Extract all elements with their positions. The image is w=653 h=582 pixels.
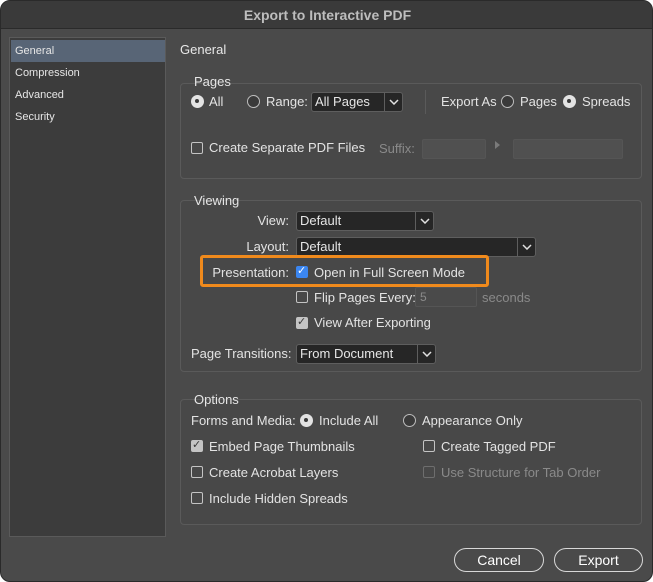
checkmark-icon: ✓ — [297, 316, 307, 328]
embed-thumbnails-checkbox[interactable]: ✓ — [191, 439, 203, 452]
checkmark-icon: ✓ — [192, 439, 202, 451]
suffix-arrow-icon[interactable] — [495, 141, 500, 149]
export-as-pages-radio[interactable] — [501, 95, 514, 108]
view-after-label: View After Exporting — [314, 315, 431, 330]
hidden-spreads-checkbox[interactable] — [191, 492, 203, 504]
chevron-down-icon — [417, 345, 435, 363]
layout-select-value: Default — [300, 239, 342, 254]
pages-range-label: Range: — [266, 94, 308, 109]
chevron-down-icon — [415, 212, 433, 230]
presentation-label: Presentation: — [212, 265, 289, 280]
forms-appearance-only-label: Appearance Only — [422, 413, 523, 428]
page-transitions-value: From Document — [300, 346, 394, 361]
sidebar-item-compression[interactable]: Compression — [11, 62, 165, 84]
section-title: General — [180, 42, 227, 57]
sidebar-item-security[interactable]: Security — [11, 106, 165, 128]
acrobat-layers-label: Create Acrobat Layers — [209, 465, 339, 480]
export-button[interactable]: Export — [554, 548, 643, 572]
viewing-group-title: Viewing — [194, 193, 240, 208]
range-select-value: All Pages — [315, 94, 370, 109]
view-label: View: — [257, 213, 289, 228]
flip-seconds-input[interactable]: 5 — [415, 287, 477, 307]
export-as-spreads-radio[interactable] — [563, 95, 576, 108]
suffix-token-input[interactable] — [513, 139, 623, 159]
divider — [425, 90, 426, 114]
suffix-input[interactable] — [422, 139, 486, 159]
view-after-checkbox[interactable]: ✓ — [296, 316, 308, 329]
tagged-pdf-checkbox[interactable] — [423, 440, 435, 452]
sidebar-item-general[interactable]: General — [11, 40, 165, 62]
export-as-spreads-label: Spreads — [582, 94, 631, 109]
pages-all-label: All — [209, 94, 224, 109]
chevron-down-icon — [384, 93, 402, 111]
view-select[interactable]: Default — [296, 211, 434, 231]
flip-pages-checkbox[interactable] — [296, 291, 308, 303]
suffix-label: Suffix: — [379, 141, 415, 156]
seconds-label: seconds — [482, 290, 531, 305]
create-separate-checkbox[interactable] — [191, 142, 203, 154]
page-transitions-select[interactable]: From Document — [296, 344, 436, 364]
pages-group-title: Pages — [194, 74, 231, 89]
full-screen-checkbox[interactable]: ✓ — [296, 265, 308, 278]
structure-tab-checkbox — [423, 466, 435, 478]
layout-select[interactable]: Default — [296, 237, 536, 257]
chevron-down-icon — [517, 238, 535, 256]
options-group-title: Options — [194, 392, 239, 407]
hidden-spreads-label: Include Hidden Spreads — [209, 491, 348, 506]
flip-pages-label: Flip Pages Every: — [314, 290, 416, 305]
structure-tab-label: Use Structure for Tab Order — [441, 465, 601, 480]
tagged-pdf-label: Create Tagged PDF — [441, 439, 556, 454]
embed-thumbnails-label: Embed Page Thumbnails — [209, 439, 355, 454]
layout-label: Layout: — [246, 239, 289, 254]
forms-include-all-label: Include All — [319, 413, 379, 428]
window-title: Export to Interactive PDF — [1, 1, 652, 29]
cancel-button[interactable]: Cancel — [454, 548, 544, 572]
pages-all-radio[interactable] — [191, 95, 204, 108]
flip-seconds-value: 5 — [420, 290, 427, 304]
create-separate-label: Create Separate PDF Files — [209, 140, 366, 155]
pages-range-radio[interactable] — [247, 95, 260, 108]
forms-media-label: Forms and Media: — [191, 413, 296, 428]
export-as-label: Export As — [441, 94, 497, 109]
view-select-value: Default — [300, 213, 342, 228]
page-transitions-label: Page Transitions: — [191, 346, 292, 361]
range-select[interactable]: All Pages — [311, 92, 403, 112]
export-as-pages-label: Pages — [520, 94, 557, 109]
checkmark-icon: ✓ — [297, 265, 307, 277]
forms-appearance-only-radio[interactable] — [403, 414, 416, 427]
sidebar-item-advanced[interactable]: Advanced — [11, 84, 165, 106]
sidebar: General Compression Advanced Security — [9, 37, 166, 537]
export-dialog: Export to Interactive PDF General Compre… — [0, 0, 653, 582]
forms-include-all-radio[interactable] — [300, 414, 313, 427]
acrobat-layers-checkbox[interactable] — [191, 466, 203, 478]
full-screen-label: Open in Full Screen Mode — [314, 265, 466, 280]
